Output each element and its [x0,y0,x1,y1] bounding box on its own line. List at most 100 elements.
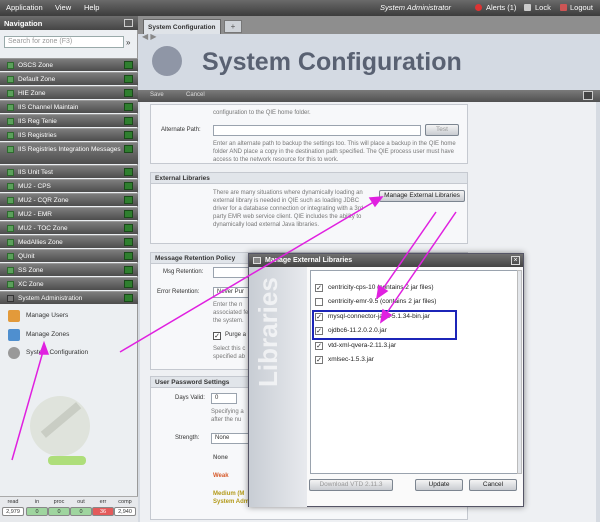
page-title: System Configuration [202,48,462,76]
pin-icon[interactable] [124,103,133,111]
pin-icon[interactable] [124,280,133,288]
backup-section: configuration to the QIE home folder. Al… [150,104,468,164]
nav-item-mu2-toc-zone[interactable]: MU2 - TOC Zone [0,221,138,234]
stat-label: out [77,499,85,505]
nav-item-iis-registries-integration[interactable]: IIS Registries Integration Messages [0,142,138,164]
pin-icon[interactable] [124,131,133,139]
library-list[interactable]: ✓ centricity-cps-10 (contains 2 jar files… [310,270,518,474]
toolbar: Save Cancel [138,90,600,102]
nav-item-system-administration[interactable]: System Administration [0,291,138,304]
nav-item-default-zone[interactable]: Default Zone [0,72,138,85]
dialog-title: Manage External Libraries [265,257,353,264]
test-button[interactable]: Test [425,124,459,136]
update-button[interactable]: Update [415,479,463,491]
nav-item-label: QUnit [18,253,35,260]
pin-icon[interactable] [124,145,133,153]
plus-icon [7,267,14,274]
cancel-button[interactable]: Cancel [186,92,205,98]
nav-item-hie-zone[interactable]: HIE Zone [0,86,138,99]
pin-icon[interactable] [124,182,133,190]
pin-icon[interactable] [124,61,133,69]
nav-item-label: Default Zone [18,76,56,83]
nav-item-medallies-zone[interactable]: MedAllies Zone [0,235,138,248]
close-icon[interactable]: × [511,256,520,265]
dialog-cancel-button[interactable]: Cancel [469,479,517,491]
pin-icon[interactable] [124,266,133,274]
nav-item-mu2-cps[interactable]: MU2 - CPS [0,179,138,192]
sub-item-system-configuration[interactable]: System Configuration [0,344,138,362]
nav-item-label: MU2 - EMR [18,211,52,218]
external-libraries-description: There are many situations where dynamica… [213,190,364,228]
alerts-link[interactable]: Alerts (1) [486,3,516,12]
alt-path-input[interactable] [213,125,421,136]
nav-item-ss-zone[interactable]: SS Zone [0,263,138,276]
menu-view[interactable]: View [55,3,71,12]
nav-item-qunit[interactable]: QUnit [0,249,138,262]
library-checkbox[interactable]: ✓ [315,356,323,364]
days-valid-label: Days Valid: [175,395,205,401]
pin-icon[interactable] [124,117,133,125]
add-tab-icon[interactable]: + [224,20,242,33]
plus-icon [7,104,14,111]
nav-item-label: OSCS Zone [18,62,54,69]
pin-icon[interactable] [124,238,133,246]
strength-level-weak: Weak [213,473,229,479]
menu-application[interactable]: Application [6,3,43,12]
screwdriver-handle-icon [48,456,86,465]
expand-icon[interactable] [583,91,593,100]
save-button[interactable]: Save [150,92,164,98]
collapse-icon[interactable] [124,19,133,27]
navigation-header: Navigation [0,16,138,30]
alert-icon [475,4,482,11]
nav-item-label: IIS Reg Tenie [18,118,57,125]
external-libraries-section: External Libraries There are many situat… [150,172,468,244]
plus-icon [7,281,14,288]
lock-link[interactable]: Lock [535,3,551,12]
strength-label: Strength: [175,435,200,441]
navigation-panel: Navigation Search for zone (F3) » OSCS Z… [0,16,138,522]
stat-err: err 36 [92,499,114,516]
pin-icon[interactable] [124,196,133,204]
logout-link[interactable]: Logout [570,3,593,12]
purge-checkbox[interactable]: ✓ [213,332,221,340]
nav-item-label: System Administration [18,295,83,302]
strength-select[interactable]: None [211,433,251,444]
library-checkbox[interactable]: ✓ [315,342,323,350]
menu-help[interactable]: Help [84,3,99,12]
pin-icon[interactable] [124,224,133,232]
nav-item-xc-zone[interactable]: XC Zone [0,277,138,290]
pin-icon[interactable] [124,89,133,97]
back-forward-icon[interactable]: ◀ ▶ [142,32,157,41]
plus-icon [7,197,14,204]
nav-item-iis-channel-maintain[interactable]: IIS Channel Maintain [0,100,138,113]
pin-icon[interactable] [124,252,133,260]
pin-icon[interactable] [124,75,133,83]
plus-icon [7,225,14,232]
manage-external-libraries-button[interactable]: Manage External Libraries [379,190,465,202]
dialog-window-icon [253,257,261,264]
nav-item-label: IIS Channel Maintain [18,104,79,111]
nav-item-iis-registries[interactable]: IIS Registries [0,128,138,141]
days-valid-input[interactable]: 0 [211,393,237,404]
double-chevron-icon[interactable]: » [126,38,130,47]
zone-search-input[interactable]: Search for zone (F3) [4,36,124,48]
external-libraries-title: External Libraries [151,173,467,184]
download-vtd-button[interactable]: Download VTD 2.11.3 [309,479,393,491]
list-scrollbar[interactable] [517,270,522,474]
pin-icon[interactable] [124,294,133,302]
pin-icon[interactable] [124,210,133,218]
nav-item-mu2-cqr-zone[interactable]: MU2 - CQR Zone [0,193,138,206]
sub-item-manage-zones[interactable]: Manage Zones [0,326,138,344]
nav-item-iis-unit-test[interactable]: IIS Unit Test [0,165,138,178]
sub-item-manage-users[interactable]: Manage Users [0,307,138,325]
plus-icon [7,183,14,190]
nav-item-mu2-emr[interactable]: MU2 - EMR [0,207,138,220]
library-name: centricity-cps-10 (contains 2 jar files) [328,284,434,291]
nav-item-label: MU2 - CPS [18,183,51,190]
pin-icon[interactable] [124,168,133,176]
library-checkbox[interactable] [315,298,323,306]
nav-item-iis-reg-tenie[interactable]: IIS Reg Tenie [0,114,138,127]
library-checkbox[interactable]: ✓ [315,284,323,292]
nav-item-label: IIS Unit Test [18,169,53,176]
nav-item-oscs-zone[interactable]: OSCS Zone [0,58,138,71]
